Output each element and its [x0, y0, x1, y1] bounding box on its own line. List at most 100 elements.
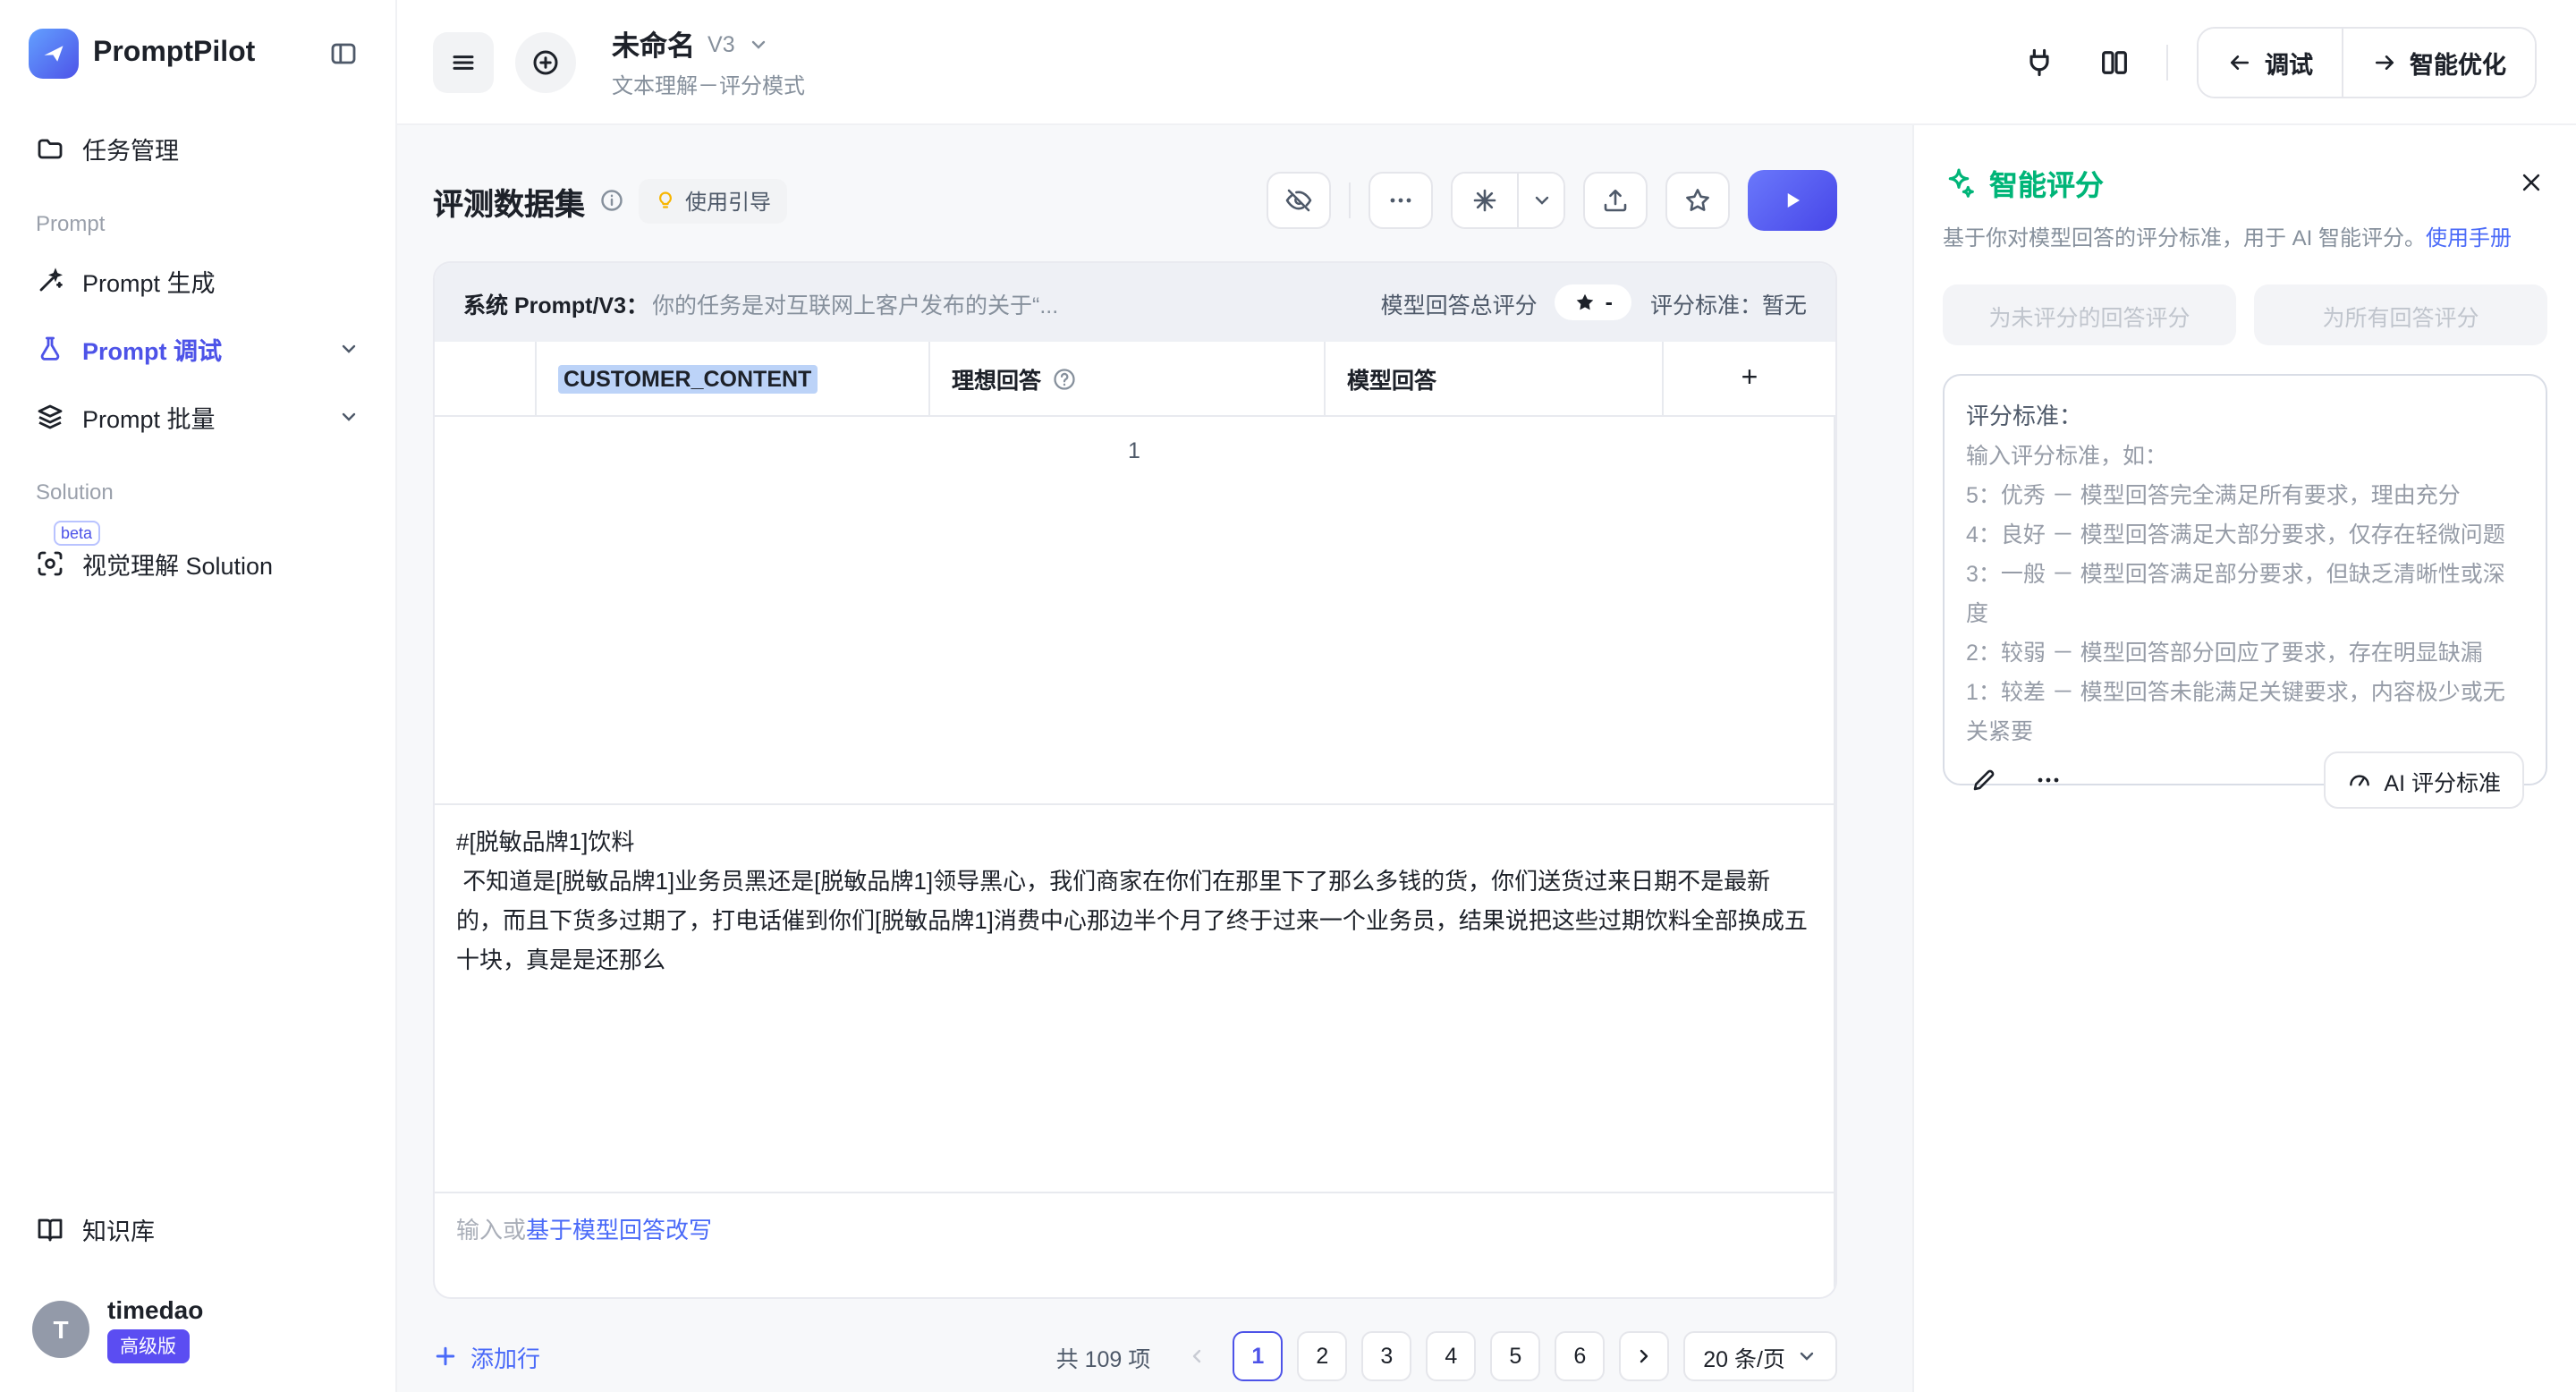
page-button[interactable]: 3 [1361, 1331, 1411, 1381]
sidebar-item-vision-solution[interactable]: beta 视觉理解 Solution [21, 530, 374, 598]
rewrite-from-model-link[interactable]: 基于模型回答改写 [526, 1217, 712, 1243]
pencil-icon [1970, 766, 1998, 794]
page-title: 评测数据集 [433, 178, 585, 223]
ideal-placeholder: 输入或 [456, 1217, 526, 1243]
chevron-down-icon[interactable] [748, 33, 769, 55]
cell-customer-content[interactable]: #[脱敏品牌1]饮料 不知道是[脱敏品牌1]业务员黑还是[脱敏品牌1]领导黑心，… [435, 805, 1835, 1193]
system-prompt-summary[interactable]: 系统 Prompt/V3： 你的任务是对互联网上客户发布的关于“... 模型回答… [435, 263, 1835, 342]
star-icon [1683, 186, 1712, 215]
divider [2166, 44, 2168, 80]
eye-off-icon [1284, 186, 1313, 215]
document-title-block: 未命名 V3 文本理解－评分模式 [612, 24, 805, 99]
plus-circle-icon [531, 47, 560, 76]
score-all-button[interactable]: 为所有回答评分 [2254, 284, 2547, 345]
plug-icon [2023, 46, 2055, 78]
smart-optimize-button[interactable]: 智能优化 [2342, 28, 2535, 96]
sidebar-section-solution: Solution [21, 451, 374, 515]
sidebar-item-knowledge-base[interactable]: 知识库 [21, 1195, 374, 1263]
cell-ideal-answer[interactable]: 输入或基于模型回答改写 [435, 1193, 1835, 1299]
divider [1349, 182, 1351, 218]
sidebar-item-label: Prompt 生成 [82, 263, 360, 299]
info-icon[interactable] [599, 188, 624, 213]
sidebar-item-prompt-batch[interactable]: Prompt 批量 [21, 383, 374, 451]
app-root: PromptPilot 任务管理 Prompt Prompt 生成 [0, 0, 2576, 1392]
page-button[interactable]: 4 [1426, 1331, 1476, 1381]
hide-columns-button[interactable] [1267, 172, 1331, 229]
user-name: timedao [107, 1295, 203, 1324]
usage-guide-label: 使用引导 [685, 185, 771, 216]
column-header-customer-content[interactable]: CUSTOMER_CONTENT [537, 342, 930, 417]
toolbar-plug-button[interactable] [2016, 38, 2063, 85]
ai-criteria-label: AI 评分标准 [2384, 763, 2501, 797]
system-prompt-text: 你的任务是对互联网上客户发布的关于“... [652, 285, 1058, 319]
criteria-line: 3：一般 － 模型回答满足部分要求，但缺乏清晰性或深度 [1966, 555, 2524, 633]
close-panel-button[interactable] [2515, 166, 2547, 199]
mode-switch-group: 调试 智能优化 [2197, 26, 2537, 98]
column-header-model-answer[interactable]: 模型回答 [1326, 342, 1664, 417]
ellipsis-icon [2034, 766, 2063, 794]
user-account[interactable]: T timedao 高级版 [21, 1281, 374, 1363]
system-prompt-label: 系统 Prompt/V3： [463, 285, 648, 319]
sidebar-collapse-button[interactable] [320, 30, 367, 77]
sparkle-icon [1943, 166, 1975, 199]
sidebar-item-label: 任务管理 [82, 131, 360, 166]
criteria-status: 评分标准：暂无 [1650, 285, 1807, 319]
ai-criteria-button[interactable]: AI 评分标准 [2323, 751, 2524, 809]
sidebar-item-task-management[interactable]: 任务管理 [21, 115, 374, 182]
flask-icon [36, 335, 64, 363]
score-value: - [1606, 290, 1613, 315]
sidebar-item-prompt-generate[interactable]: Prompt 生成 [21, 247, 374, 315]
criteria-editor[interactable]: 评分标准： 输入评分标准，如： 5：优秀 － 模型回答完全满足所有要求，理由充分… [1943, 374, 2547, 785]
run-all-button[interactable] [1748, 170, 1837, 231]
pagination-next-button[interactable] [1619, 1331, 1669, 1381]
favorite-button[interactable] [1665, 172, 1730, 229]
page-button[interactable]: 5 [1490, 1331, 1540, 1381]
burst-icon [1470, 186, 1499, 215]
batch-generate-dropdown[interactable] [1517, 174, 1563, 227]
page-button[interactable]: 2 [1297, 1331, 1347, 1381]
close-icon [2519, 170, 2544, 195]
hamburger-icon [449, 47, 478, 76]
score-unscored-button[interactable]: 为未评分的回答评分 [1943, 284, 2236, 345]
panel-title: 智能评分 [1989, 161, 2104, 204]
upload-icon [1601, 186, 1630, 215]
score-badge: - [1555, 284, 1632, 320]
help-icon[interactable] [1052, 366, 1077, 391]
arrow-left-icon [2227, 49, 2252, 74]
more-actions-button[interactable] [1368, 172, 1433, 229]
sidebar-item-prompt-debug[interactable]: Prompt 调试 [21, 315, 374, 383]
sidebar: PromptPilot 任务管理 Prompt Prompt 生成 [0, 0, 397, 1392]
ellipsis-icon [1386, 186, 1415, 215]
pagination: 共 109 项 1 2 3 4 5 6 20 条/页 [1056, 1331, 1837, 1381]
toolbar-panels-button[interactable] [2091, 38, 2138, 85]
avatar: T [32, 1301, 89, 1358]
dataset-card: 系统 Prompt/V3： 你的任务是对互联网上客户发布的关于“... 模型回答… [433, 261, 1837, 1299]
batch-generate-button[interactable] [1453, 174, 1517, 227]
manual-link[interactable]: 使用手册 [2426, 225, 2512, 250]
page-size-select[interactable]: 20 条/页 [1683, 1331, 1837, 1381]
debug-mode-button[interactable]: 调试 [2199, 28, 2342, 96]
sidebar-item-label: 知识库 [82, 1211, 360, 1247]
row-number-header [435, 342, 537, 417]
topbar: 未命名 V3 文本理解－评分模式 [397, 0, 2576, 125]
bulb-icon [655, 190, 676, 211]
column-header-ideal-answer[interactable]: 理想回答 [930, 342, 1326, 417]
edit-criteria-button[interactable] [1966, 762, 2002, 798]
logo-row: PromptPilot [21, 25, 374, 89]
menu-button[interactable] [433, 31, 494, 92]
add-row-label: 添加行 [470, 1339, 540, 1373]
page-button[interactable]: 6 [1555, 1331, 1605, 1381]
table-footer: 添加行 共 109 项 1 2 3 4 5 6 20 条/页 [433, 1328, 1837, 1385]
premium-badge: 高级版 [107, 1329, 189, 1363]
usage-guide-button[interactable]: 使用引导 [639, 178, 787, 223]
add-column-button[interactable]: + [1664, 342, 1835, 417]
new-task-button[interactable] [515, 31, 576, 92]
sidebar-nav: 任务管理 Prompt Prompt 生成 Prompt 调试 [21, 115, 374, 598]
add-row-button[interactable]: 添加行 [433, 1339, 540, 1373]
upload-button[interactable] [1583, 172, 1648, 229]
page-button[interactable]: 1 [1233, 1331, 1283, 1381]
main-content: 评测数据集 使用引导 [397, 125, 1912, 1392]
pagination-prev-button[interactable] [1175, 1331, 1218, 1381]
tasks-icon [36, 134, 64, 163]
criteria-more-button[interactable] [2030, 762, 2066, 798]
